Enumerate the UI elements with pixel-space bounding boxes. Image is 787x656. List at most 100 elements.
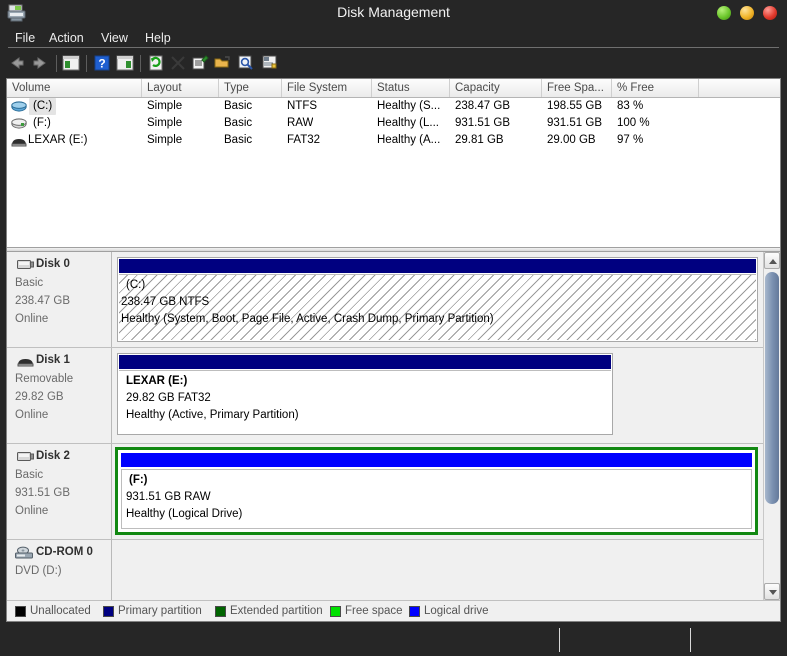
- disk-size: 29.82 GB: [15, 391, 64, 403]
- status-bar-divider-2: [690, 628, 691, 652]
- show-hide-action-pane-icon[interactable]: [116, 54, 134, 72]
- partition-label: (C:): [126, 279, 146, 291]
- menu-help[interactable]: Help: [140, 30, 176, 46]
- legend-label-logical-drive: Logical drive: [424, 605, 489, 617]
- column-header-spacer[interactable]: [699, 79, 780, 97]
- cdrom-media: DVD (D:): [15, 565, 62, 577]
- partition-body: (C:) 238.47 GB NTFS Healthy (System, Boo…: [119, 274, 756, 340]
- column-header-status[interactable]: Status: [372, 79, 450, 97]
- toolbar-divider-1: [56, 55, 57, 72]
- scroll-up-button[interactable]: [764, 252, 780, 269]
- partition-health: Healthy (Active, Primary Partition): [126, 409, 299, 421]
- disk-size: 238.47 GB: [15, 295, 70, 307]
- cell-type: Basic: [224, 134, 253, 146]
- legend-swatch-free-space: [330, 606, 341, 617]
- table-row[interactable]: (C:) Simple Basic NTFS Healthy (S... 238…: [7, 98, 780, 115]
- column-header-percent-free[interactable]: % Free: [612, 79, 699, 97]
- disk-status: Online: [15, 313, 49, 325]
- delete-icon[interactable]: [169, 54, 187, 72]
- partition-color-bar: [119, 355, 611, 369]
- table-row[interactable]: (F:) Simple Basic RAW Healthy (L... 931.…: [7, 115, 780, 132]
- menu-action[interactable]: Action: [44, 30, 89, 46]
- show-hide-console-tree-icon[interactable]: [62, 54, 80, 72]
- cell-capacity: 931.51 GB: [455, 117, 510, 129]
- cell-file-system: RAW: [287, 117, 314, 129]
- partition-label: LEXAR (E:): [126, 375, 188, 387]
- cell-percent-free: 83 %: [617, 100, 644, 112]
- volume-list-header: Volume Layout Type File System Status Ca…: [7, 79, 780, 98]
- toolbar-divider-2: [86, 55, 87, 72]
- partition-size-fs: 238.47 GB NTFS: [121, 296, 210, 308]
- legend-swatch-extended-partition: [215, 606, 226, 617]
- chevron-down-icon: [769, 590, 777, 595]
- cell-free-space: 29.00 GB: [547, 134, 596, 146]
- disk-graphical-pane: Disk 0 Basic 238.47 GB Online (C:) 238.4…: [7, 252, 780, 600]
- cell-layout: Simple: [147, 117, 183, 129]
- disk-info-disk-2[interactable]: Disk 2 Basic 931.51 GB Online: [7, 444, 112, 539]
- column-header-volume[interactable]: Volume: [7, 79, 142, 97]
- removable-volume-icon: [11, 136, 27, 147]
- volume-list[interactable]: Volume Layout Type File System Status Ca…: [7, 79, 780, 247]
- partition-size-fs: 29.82 GB FAT32: [126, 392, 211, 404]
- legend-label-unallocated: Unallocated: [30, 605, 91, 617]
- disk-info-disk-0[interactable]: Disk 0 Basic 238.47 GB Online: [7, 252, 112, 347]
- open-icon[interactable]: [214, 54, 232, 72]
- menu-bar: File Action View Help: [0, 27, 787, 48]
- minimize-button[interactable]: [717, 6, 731, 20]
- menu-view[interactable]: View: [96, 30, 133, 46]
- column-header-file-system[interactable]: File System: [282, 79, 372, 97]
- disk-type: Removable: [15, 373, 74, 385]
- disk-name: Disk 2: [36, 450, 70, 462]
- svg-text:?: ?: [98, 57, 105, 71]
- disk-row-disk-2[interactable]: Disk 2 Basic 931.51 GB Online (F:) 931.5…: [7, 444, 763, 540]
- cell-percent-free: 100 %: [617, 117, 650, 129]
- partition-c[interactable]: (C:) 238.47 GB NTFS Healthy (System, Boo…: [117, 257, 758, 342]
- partition-health: Healthy (System, Boot, Page File, Active…: [121, 313, 494, 325]
- column-header-layout[interactable]: Layout: [142, 79, 219, 97]
- cell-capacity: 29.81 GB: [455, 134, 504, 146]
- cell-status: Healthy (S...: [377, 100, 441, 112]
- menu-separator: [8, 47, 779, 48]
- disk-row-disk-1[interactable]: Disk 1 Removable 29.82 GB Online LEXAR (…: [7, 348, 763, 444]
- cdrom-drive-icon: [15, 546, 33, 559]
- extended-partition-container[interactable]: (F:) 931.51 GB RAW Healthy (Logical Driv…: [115, 447, 758, 535]
- column-header-capacity[interactable]: Capacity: [450, 79, 542, 97]
- all-tasks-icon[interactable]: [261, 54, 279, 72]
- scrollbar-thumb[interactable]: [765, 272, 779, 504]
- refresh-icon[interactable]: [147, 54, 165, 72]
- disk-row-cdrom-0[interactable]: CD-ROM 0 DVD (D:): [7, 540, 763, 600]
- back-icon[interactable]: [8, 54, 26, 72]
- cell-status: Healthy (A...: [377, 134, 441, 146]
- partition-e[interactable]: LEXAR (E:) 29.82 GB FAT32 Healthy (Activ…: [117, 353, 613, 435]
- disk-pane-scrollbar[interactable]: [763, 252, 780, 600]
- column-header-free-space[interactable]: Free Spa...: [542, 79, 612, 97]
- cell-status: Healthy (L...: [377, 117, 439, 129]
- disk-status: Online: [15, 505, 49, 517]
- table-row[interactable]: LEXAR (E:) Simple Basic FAT32 Healthy (A…: [7, 132, 780, 149]
- partition-area-disk-0: (C:) 238.47 GB NTFS Healthy (System, Boo…: [117, 252, 758, 347]
- help-icon[interactable]: ?: [93, 54, 111, 72]
- partition-area-disk-2: (F:) 931.51 GB RAW Healthy (Logical Driv…: [115, 444, 758, 539]
- logical-drive-f[interactable]: (F:) 931.51 GB RAW Healthy (Logical Driv…: [121, 469, 752, 529]
- forward-icon[interactable]: [31, 54, 49, 72]
- partition-color-bar: [121, 453, 752, 467]
- legend-swatch-primary-partition: [103, 606, 114, 617]
- legend-label-primary-partition: Primary partition: [118, 605, 202, 617]
- column-header-type[interactable]: Type: [219, 79, 282, 97]
- scroll-down-button[interactable]: [764, 583, 780, 600]
- client-area: Volume Layout Type File System Status Ca…: [6, 78, 781, 622]
- raw-volume-icon: [11, 118, 27, 129]
- cell-percent-free: 97 %: [617, 134, 644, 146]
- properties-icon[interactable]: [191, 54, 209, 72]
- cell-free-space: 931.51 GB: [547, 117, 602, 129]
- disk-info-disk-1[interactable]: Disk 1 Removable 29.82 GB Online: [7, 348, 112, 443]
- close-button[interactable]: [763, 6, 777, 20]
- rescan-disks-icon[interactable]: [237, 54, 255, 72]
- menu-file[interactable]: File: [10, 30, 40, 46]
- maximize-button[interactable]: [740, 6, 754, 20]
- cell-layout: Simple: [147, 134, 183, 146]
- disk-info-cdrom-0[interactable]: CD-ROM 0 DVD (D:): [7, 540, 112, 600]
- disk-row-disk-0[interactable]: Disk 0 Basic 238.47 GB Online (C:) 238.4…: [7, 252, 763, 348]
- partition-area-disk-1: LEXAR (E:) 29.82 GB FAT32 Healthy (Activ…: [117, 348, 758, 443]
- basic-disk-icon: [17, 451, 34, 462]
